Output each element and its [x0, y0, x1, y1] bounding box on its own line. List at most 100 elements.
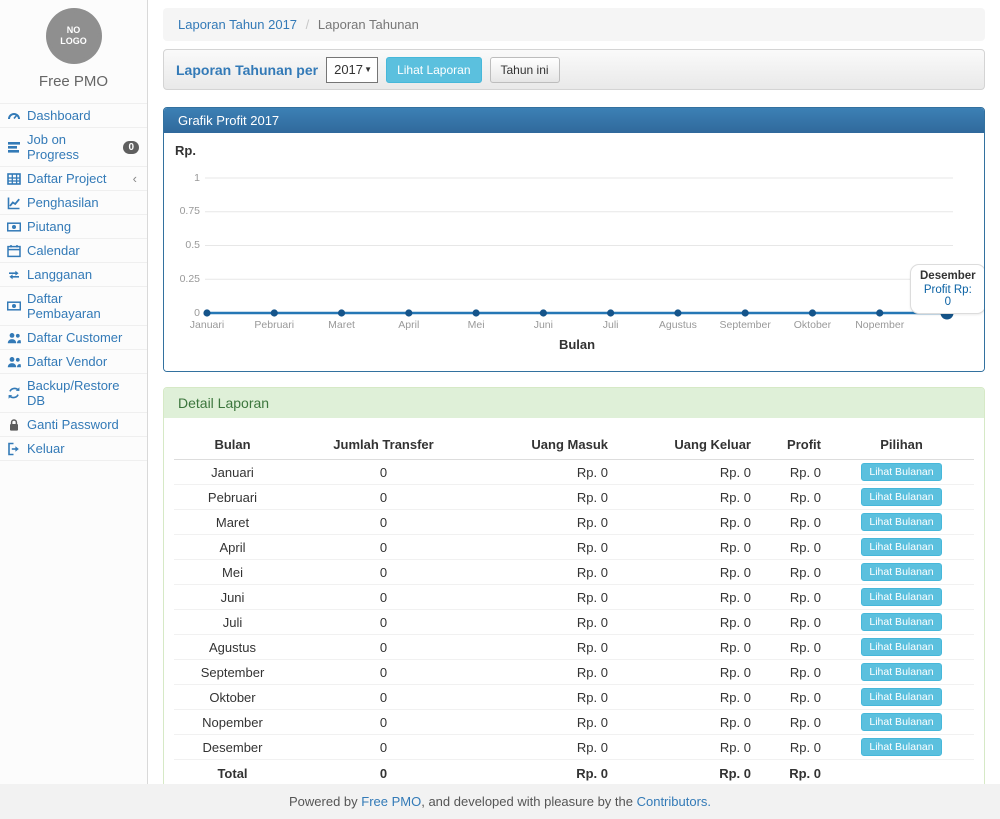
- y-tick-label: 0.25: [164, 273, 200, 285]
- cell-uang_masuk: Rp. 0: [476, 560, 616, 585]
- lihat-bulanan-button[interactable]: Lihat Bulanan: [861, 713, 941, 731]
- refresh-icon: [7, 386, 21, 400]
- sidebar-item-ganti-password[interactable]: Ganti Password: [0, 413, 147, 437]
- cell-jumlah_transfer: 0: [291, 610, 476, 635]
- total-row: Total0Rp. 0Rp. 0Rp. 0: [174, 760, 974, 785]
- cell-uang_keluar: Rp. 0: [616, 660, 759, 685]
- detail-panel-body: BulanJumlah TransferUang MasukUang Kelua…: [164, 418, 984, 804]
- sidebar-item-label: Piutang: [27, 219, 71, 234]
- sidebar-item-label: Ganti Password: [27, 417, 119, 432]
- table-row-januari: Januari0Rp. 0Rp. 0Rp. 0Lihat Bulanan: [174, 460, 974, 485]
- chart-point-mei[interactable]: [472, 309, 479, 316]
- contributors-link[interactable]: Contributors.: [637, 794, 711, 809]
- cell-jumlah_transfer: 0: [291, 710, 476, 735]
- chart-point-september[interactable]: [742, 309, 749, 316]
- cell-profit: Rp. 0: [759, 585, 829, 610]
- sidebar-item-penghasilan[interactable]: Penghasilan: [0, 191, 147, 215]
- tasks-icon: [7, 140, 21, 154]
- sidebar-item-daftar-vendor[interactable]: Daftar Vendor: [0, 350, 147, 374]
- lihat-bulanan-button[interactable]: Lihat Bulanan: [861, 488, 941, 506]
- lihat-bulanan-button[interactable]: Lihat Bulanan: [861, 738, 941, 756]
- sidebar-item-label: Keluar: [27, 441, 65, 456]
- no-logo-text: NO LOGO: [60, 25, 87, 48]
- table-row-mei: Mei0Rp. 0Rp. 0Rp. 0Lihat Bulanan: [174, 560, 974, 585]
- breadcrumb-link-laporan-tahun[interactable]: Laporan Tahun 2017: [178, 17, 297, 32]
- table-row-juli: Juli0Rp. 0Rp. 0Rp. 0Lihat Bulanan: [174, 610, 974, 635]
- sidebar-item-daftar-pembayaran[interactable]: Daftar Pembayaran: [0, 287, 147, 326]
- chart-point-maret[interactable]: [338, 309, 345, 316]
- lihat-bulanan-button[interactable]: Lihat Bulanan: [861, 688, 941, 706]
- total-cell-uang_keluar: Rp. 0: [616, 760, 759, 785]
- lihat-laporan-button[interactable]: Lihat Laporan: [386, 57, 481, 83]
- money-icon: [7, 299, 21, 313]
- lihat-bulanan-button[interactable]: Lihat Bulanan: [861, 463, 941, 481]
- tooltip-month: Desember: [920, 270, 976, 282]
- y-tick-label: 0: [164, 307, 200, 319]
- cell-uang_keluar: Rp. 0: [616, 685, 759, 710]
- lihat-bulanan-button[interactable]: Lihat Bulanan: [861, 588, 941, 606]
- cell-profit: Rp. 0: [759, 460, 829, 485]
- sidebar-item-label: Daftar Vendor: [27, 354, 107, 369]
- dashboard-icon: [7, 109, 21, 123]
- lock-icon: [7, 418, 21, 432]
- sidebar-item-daftar-project[interactable]: Daftar Project‹: [0, 167, 147, 191]
- cell-jumlah_transfer: 0: [291, 735, 476, 760]
- cell-bulan: Juli: [174, 610, 291, 635]
- total-cell-jumlah_transfer: 0: [291, 760, 476, 785]
- chart-point-nopember[interactable]: [876, 309, 883, 316]
- brand-name: Free PMO: [0, 73, 147, 90]
- lihat-bulanan-button[interactable]: Lihat Bulanan: [861, 613, 941, 631]
- column-header-pilihan: Pilihan: [829, 430, 974, 460]
- sidebar-item-backup-restore-db[interactable]: Backup/Restore DB: [0, 374, 147, 413]
- chart-point-juni[interactable]: [540, 309, 547, 316]
- sidebar-item-label: Calendar: [27, 243, 80, 258]
- breadcrumb: Laporan Tahun 2017 / Laporan Tahunan: [163, 8, 985, 41]
- sidebar-item-dashboard[interactable]: Dashboard: [0, 104, 147, 128]
- lihat-bulanan-button[interactable]: Lihat Bulanan: [861, 663, 941, 681]
- breadcrumb-current: Laporan Tahunan: [318, 17, 419, 32]
- caret-down-icon: ▼: [364, 65, 372, 74]
- lihat-bulanan-button[interactable]: Lihat Bulanan: [861, 513, 941, 531]
- cell-uang_masuk: Rp. 0: [476, 635, 616, 660]
- table-row-nopember: Nopember0Rp. 0Rp. 0Rp. 0Lihat Bulanan: [174, 710, 974, 735]
- cell-uang_keluar: Rp. 0: [616, 610, 759, 635]
- tahun-ini-button[interactable]: Tahun ini: [490, 57, 560, 83]
- tooltip-value: Profit Rp: 0: [920, 284, 976, 308]
- chart-point-pebruari[interactable]: [271, 309, 278, 316]
- chart-tooltip: Desember Profit Rp: 0: [910, 264, 985, 314]
- table-row-agustus: Agustus0Rp. 0Rp. 0Rp. 0Lihat Bulanan: [174, 635, 974, 660]
- total-cell-profit: Rp. 0: [759, 760, 829, 785]
- users-icon: [7, 331, 21, 345]
- detail-report-panel: Detail Laporan BulanJumlah TransferUang …: [163, 387, 985, 805]
- cell-uang_masuk: Rp. 0: [476, 510, 616, 535]
- lihat-bulanan-button[interactable]: Lihat Bulanan: [861, 563, 941, 581]
- cell-uang_keluar: Rp. 0: [616, 560, 759, 585]
- chart-point-juli[interactable]: [607, 309, 614, 316]
- cell-profit: Rp. 0: [759, 660, 829, 685]
- chart-panel-title: Grafik Profit 2017: [164, 108, 984, 133]
- free-pmo-link[interactable]: Free PMO: [361, 794, 421, 809]
- sidebar-item-job-on-progress[interactable]: Job on Progress0: [0, 128, 147, 167]
- chart-point-januari[interactable]: [203, 309, 210, 316]
- cell-bulan: Januari: [174, 460, 291, 485]
- cell-bulan: Nopember: [174, 710, 291, 735]
- table-row-pebruari: Pebruari0Rp. 0Rp. 0Rp. 0Lihat Bulanan: [174, 485, 974, 510]
- sidebar-item-langganan[interactable]: Langganan: [0, 263, 147, 287]
- chart-point-oktober[interactable]: [809, 309, 816, 316]
- total-cell-bulan: Total: [174, 760, 291, 785]
- sidebar-item-daftar-customer[interactable]: Daftar Customer: [0, 326, 147, 350]
- lihat-bulanan-button[interactable]: Lihat Bulanan: [861, 538, 941, 556]
- sidebar-item-calendar[interactable]: Calendar: [0, 239, 147, 263]
- cell-bulan: Oktober: [174, 685, 291, 710]
- sidebar-item-keluar[interactable]: Keluar: [0, 437, 147, 461]
- year-select[interactable]: 2017 ▼: [326, 57, 378, 83]
- table-header-row: BulanJumlah TransferUang MasukUang Kelua…: [174, 430, 974, 460]
- chart-point-april[interactable]: [405, 309, 412, 316]
- cell-profit: Rp. 0: [759, 610, 829, 635]
- column-header-bulan: Bulan: [174, 430, 291, 460]
- sidebar-item-piutang[interactable]: Piutang: [0, 215, 147, 239]
- lihat-bulanan-button[interactable]: Lihat Bulanan: [861, 638, 941, 656]
- y-tick-label: 0.5: [164, 239, 200, 251]
- cell-profit: Rp. 0: [759, 485, 829, 510]
- chart-point-agustus[interactable]: [674, 309, 681, 316]
